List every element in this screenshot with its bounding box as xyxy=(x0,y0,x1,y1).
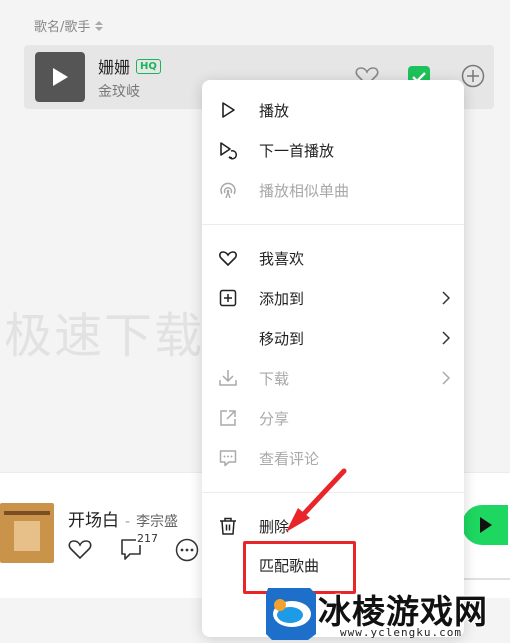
column-header-label: 歌名/歌手 xyxy=(34,20,91,35)
song-title-line: 姗姗 HQ xyxy=(98,54,161,78)
menu-item-like[interactable]: 我喜欢 xyxy=(202,240,464,276)
column-header-title[interactable]: 歌名/歌手 xyxy=(34,16,104,35)
now-playing-line: 开场白 - 李宗盛 xyxy=(68,506,178,531)
now-playing-separator: - xyxy=(125,514,131,530)
menu-item-label: 播放相似单曲 xyxy=(259,181,350,200)
menu-item-label: 添加到 xyxy=(259,289,305,308)
comment-icon xyxy=(219,450,237,467)
menu-item-label: 下载 xyxy=(259,369,290,388)
menu-item-label: 下一首播放 xyxy=(259,141,335,160)
hq-badge: HQ xyxy=(136,58,161,74)
menu-divider xyxy=(202,224,464,225)
site-logo-url: www.yclengku.com xyxy=(340,626,462,639)
menu-item-play[interactable]: 播放 xyxy=(202,92,464,128)
more-options-icon[interactable] xyxy=(175,538,199,562)
menu-item-share[interactable]: 分享 xyxy=(202,400,464,436)
heart-icon xyxy=(219,251,237,267)
play-outline-icon xyxy=(222,102,235,118)
now-playing-title[interactable]: 开场白 xyxy=(68,506,119,531)
sort-icon xyxy=(95,20,104,31)
background-watermark-text: 极速下载 xyxy=(4,308,205,364)
download-icon xyxy=(219,370,237,386)
chevron-right-icon xyxy=(442,331,450,345)
menu-item-play-next[interactable]: 下一首播放 xyxy=(202,132,464,168)
annotation-arrow xyxy=(286,468,347,532)
add-circle-icon[interactable] xyxy=(461,64,485,88)
chevron-right-icon xyxy=(442,291,450,305)
player-heart-icon[interactable] xyxy=(68,538,92,560)
chevron-right-icon xyxy=(442,371,450,385)
menu-item-label: 我喜欢 xyxy=(259,249,305,268)
comment-count: 217 xyxy=(136,532,159,545)
play-icon xyxy=(53,68,68,86)
menu-item-play-similar[interactable]: 播放相似单曲 xyxy=(202,172,464,208)
song-title: 姗姗 xyxy=(98,58,131,77)
menu-item-download[interactable]: 下载 xyxy=(202,360,464,396)
play-icon xyxy=(480,517,492,533)
menu-item-label: 查看评论 xyxy=(259,449,320,468)
play-pause-button[interactable] xyxy=(462,505,508,545)
menu-item-add-to[interactable]: 添加到 xyxy=(202,280,464,316)
play-next-icon xyxy=(220,142,238,160)
share-icon xyxy=(220,410,236,426)
radio-icon xyxy=(220,182,236,199)
menu-item-label: 移动到 xyxy=(259,329,305,348)
trash-icon xyxy=(220,517,236,535)
menu-item-label: 分享 xyxy=(259,409,290,428)
now-playing-artist[interactable]: 李宗盛 xyxy=(136,511,178,531)
album-art[interactable] xyxy=(0,503,54,563)
add-square-icon xyxy=(219,289,237,307)
menu-item-label: 播放 xyxy=(259,101,290,120)
site-logo-badge-icon xyxy=(266,588,316,640)
menu-item-move-to[interactable]: 移动到 xyxy=(202,320,464,356)
song-cover-play-button[interactable] xyxy=(35,52,85,102)
song-artist[interactable]: 金玟岐 xyxy=(98,81,140,101)
